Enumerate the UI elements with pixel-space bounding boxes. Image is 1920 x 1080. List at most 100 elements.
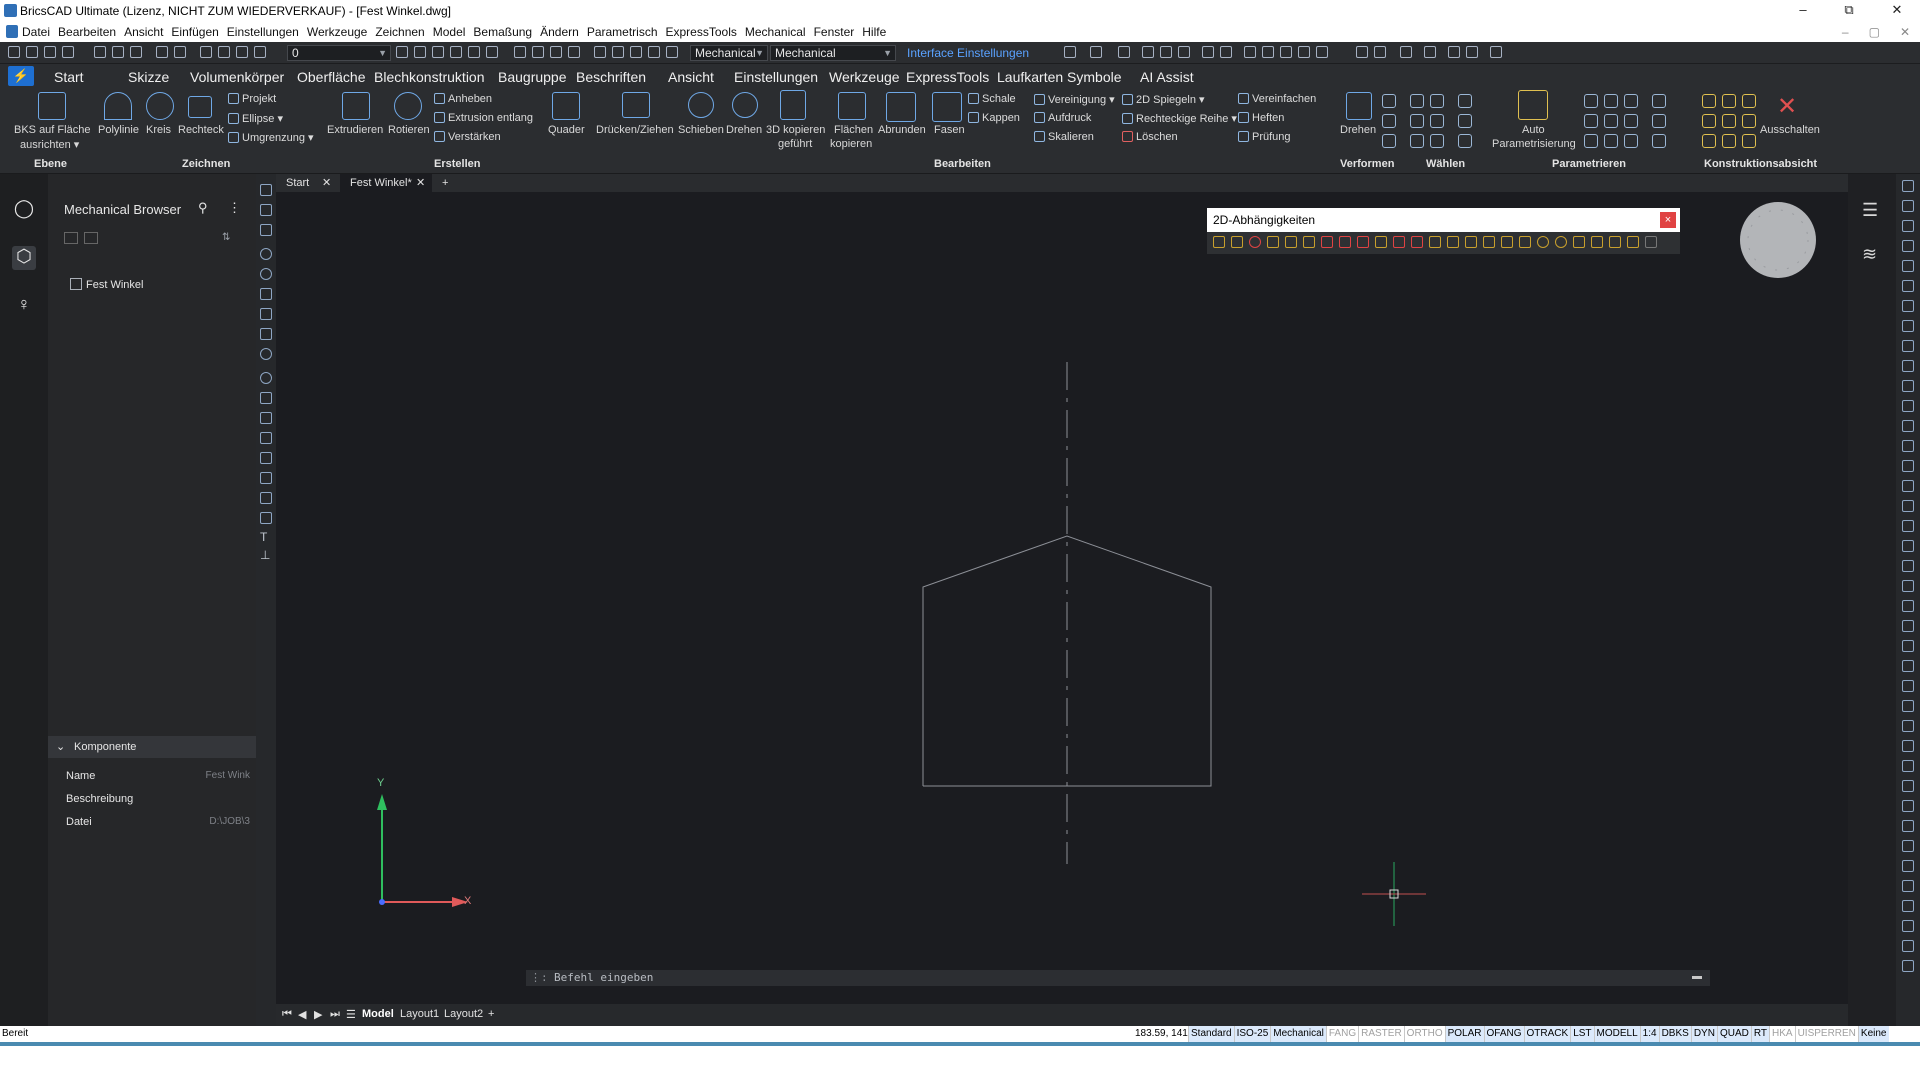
menu-item-8[interactable]: Bemaßung bbox=[473, 25, 532, 39]
perpendicular-icon[interactable] bbox=[1303, 236, 1315, 248]
tool-h-icon[interactable] bbox=[1902, 320, 1914, 332]
tab-skizze[interactable]: Skizze bbox=[128, 69, 169, 85]
dim-radius-icon[interactable] bbox=[1400, 46, 1412, 58]
mechanical-browser-icon[interactable]: ⬡ bbox=[12, 246, 36, 270]
restore-button[interactable]: ⧉ bbox=[1834, 2, 1864, 20]
status-toggle-9[interactable]: LST bbox=[1570, 1026, 1594, 1042]
tool-p-icon[interactable] bbox=[1902, 480, 1914, 492]
wipeout-tool-icon[interactable] bbox=[260, 472, 272, 484]
sweep-button[interactable]: Extrusion entlang bbox=[434, 112, 533, 124]
ortho-icon[interactable] bbox=[1160, 46, 1172, 58]
ucs-face-label-1[interactable]: BKS auf Fläche bbox=[14, 124, 90, 136]
sort-icon[interactable]: ⇅ bbox=[222, 232, 230, 243]
hatch-tool-icon[interactable] bbox=[260, 392, 272, 404]
copy-faces-label-2[interactable]: kopieren bbox=[830, 138, 872, 150]
print-preview-icon[interactable] bbox=[94, 46, 106, 58]
text-tool-icon[interactable]: T bbox=[260, 530, 267, 544]
auto-constrain-icon[interactable] bbox=[1627, 236, 1639, 248]
rectangle-label[interactable]: Rechteck bbox=[178, 124, 224, 136]
select-g-icon[interactable] bbox=[1410, 134, 1424, 148]
menu-item-9[interactable]: Ändern bbox=[540, 25, 579, 39]
polar-icon[interactable] bbox=[1178, 46, 1190, 58]
block-tool-icon[interactable] bbox=[260, 492, 272, 504]
scale-button[interactable]: Skalieren bbox=[1034, 131, 1094, 143]
tab-layout1[interactable]: Layout1 bbox=[400, 1008, 439, 1020]
select-f-icon[interactable] bbox=[1458, 114, 1472, 128]
delete-constraints-icon[interactable] bbox=[1645, 236, 1657, 248]
viewport-icon[interactable] bbox=[612, 46, 624, 58]
parallel-icon[interactable] bbox=[1285, 236, 1297, 248]
tab-layout2[interactable]: Layout2 bbox=[444, 1008, 483, 1020]
tab-ansicht[interactable]: Ansicht bbox=[668, 69, 714, 85]
circle-tool-icon[interactable] bbox=[260, 248, 272, 260]
param-a-icon[interactable] bbox=[1584, 94, 1598, 108]
select-e-icon[interactable] bbox=[1430, 114, 1444, 128]
tree-collapse-icon[interactable] bbox=[84, 232, 98, 244]
menu-item-1[interactable]: Bearbeiten bbox=[58, 25, 116, 39]
equal-icon[interactable] bbox=[1429, 236, 1441, 248]
workspace-combo-2[interactable]: Mechanical ▼ bbox=[770, 45, 896, 61]
status-toggle-3[interactable]: FANG bbox=[1325, 1026, 1358, 1042]
tool-ac-icon[interactable] bbox=[1902, 740, 1914, 752]
tool-ae-icon[interactable] bbox=[1902, 780, 1914, 792]
status-toggle-14[interactable]: QUAD bbox=[1716, 1026, 1751, 1042]
tab-model[interactable]: Model bbox=[362, 1008, 394, 1020]
last-layout-icon[interactable]: ⏭ bbox=[330, 1008, 340, 1021]
circle-draw-icon[interactable] bbox=[146, 92, 174, 120]
tab-einstellungen[interactable]: Einstellungen bbox=[734, 69, 818, 85]
plot-icon[interactable] bbox=[130, 46, 142, 58]
close-window-button[interactable]: ✕ bbox=[1882, 2, 1912, 20]
tool-t-icon[interactable] bbox=[1902, 560, 1914, 572]
tree-item-root[interactable]: Fest Winkel bbox=[70, 278, 143, 291]
twist-label[interactable]: Drehen bbox=[1340, 124, 1376, 136]
push-pull-label[interactable]: Drücken/Ziehen bbox=[596, 124, 674, 136]
tab-beschriften[interactable]: Beschriften bbox=[576, 69, 646, 85]
status-toggle-17[interactable]: UISPERREN bbox=[1794, 1026, 1858, 1042]
command-input[interactable]: Befehl eingeben bbox=[554, 971, 653, 984]
doc-tab-start[interactable]: Start ✕ bbox=[276, 174, 338, 192]
menu-item-13[interactable]: Fenster bbox=[814, 25, 855, 39]
snap-icon[interactable] bbox=[1090, 46, 1102, 58]
layers-icon[interactable]: ≋ bbox=[1862, 244, 1877, 265]
tool-k-icon[interactable] bbox=[1902, 380, 1914, 392]
circle-icon[interactable] bbox=[1202, 46, 1214, 58]
status-toggle-10[interactable]: MODELL bbox=[1593, 1026, 1640, 1042]
tool-s-icon[interactable] bbox=[1902, 540, 1914, 552]
menu-item-10[interactable]: Parametrisch bbox=[587, 25, 658, 39]
tool-am-icon[interactable] bbox=[1902, 940, 1914, 952]
param-d-icon[interactable] bbox=[1652, 94, 1666, 108]
polygon-tool-icon[interactable] bbox=[260, 288, 272, 300]
extrude-icon[interactable] bbox=[342, 92, 370, 120]
extrude-label[interactable]: Extrudieren bbox=[327, 124, 383, 136]
intent-h-icon[interactable] bbox=[1722, 134, 1736, 148]
gear-icon[interactable] bbox=[648, 46, 660, 58]
menu-item-5[interactable]: Werkzeuge bbox=[307, 25, 367, 39]
constraint-bar-icon[interactable] bbox=[1447, 236, 1459, 248]
print-icon[interactable] bbox=[112, 46, 124, 58]
constraints-title[interactable]: 2D-Abhängigkeiten bbox=[1207, 208, 1680, 232]
dim-aligned-icon[interactable] bbox=[1501, 236, 1513, 248]
intent-c-icon[interactable] bbox=[1742, 94, 1756, 108]
tool-x-icon[interactable] bbox=[1902, 640, 1914, 652]
move-icon[interactable] bbox=[688, 92, 714, 118]
copy-faces-icon[interactable] bbox=[838, 92, 866, 120]
tab-laufkarten[interactable]: Laufkarten Symbole bbox=[997, 69, 1122, 85]
project-button[interactable]: Projekt bbox=[228, 93, 276, 105]
concentric-icon[interactable] bbox=[1249, 236, 1261, 248]
tool-ad-icon[interactable] bbox=[1902, 760, 1914, 772]
menu-item-11[interactable]: ExpressTools bbox=[666, 25, 737, 39]
align-icon[interactable] bbox=[486, 46, 498, 58]
drawing-canvas[interactable]: Y X bbox=[276, 192, 1848, 1004]
tool-v-icon[interactable] bbox=[1902, 600, 1914, 612]
copy-guided-label-1[interactable]: 3D kopieren bbox=[766, 124, 825, 136]
select-i-icon[interactable] bbox=[1458, 134, 1472, 148]
move-label[interactable]: Schieben bbox=[678, 124, 724, 136]
doc-restore-button[interactable]: ▢ bbox=[1869, 25, 1880, 39]
rectangle-tool-icon[interactable] bbox=[260, 224, 272, 236]
new-icon[interactable] bbox=[8, 46, 20, 58]
array-button[interactable]: Rechteckige Reihe ▾ bbox=[1122, 112, 1237, 125]
prev-layout-icon[interactable]: ◀ bbox=[298, 1008, 306, 1021]
layout-list-icon[interactable]: ☰ bbox=[346, 1008, 356, 1021]
status-toggle-2[interactable]: Mechanical bbox=[1270, 1026, 1326, 1042]
match-prop-icon[interactable] bbox=[396, 46, 408, 58]
